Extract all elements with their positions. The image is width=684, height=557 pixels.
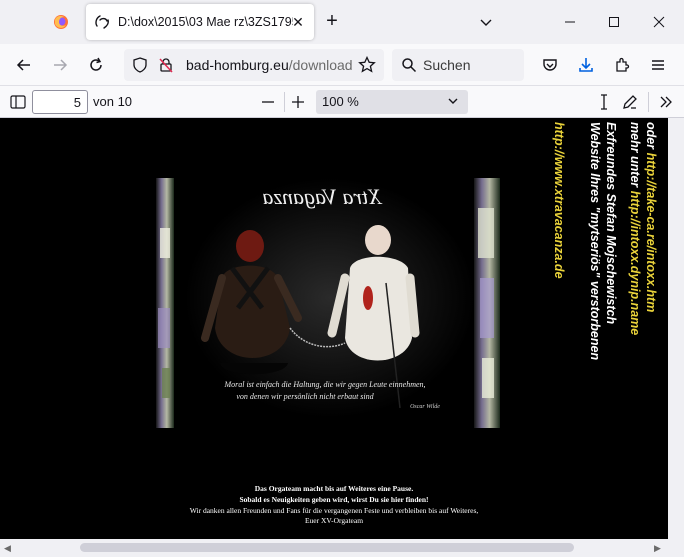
chevron-down-icon	[448, 98, 458, 104]
page-artwork: Xtra Vaganza Moral ist einfach die Haltu…	[156, 178, 500, 428]
navigation-toolbar: bad-homburg.eu/download Suchen	[0, 44, 684, 86]
right-grunge-stripe	[474, 178, 500, 428]
sidebar-icon	[10, 95, 26, 109]
hamburger-menu-icon	[652, 60, 664, 70]
url-path: /download	[288, 57, 353, 73]
side-text-oder: oder http://take-ca.re/intoxx.htm	[644, 122, 658, 312]
insecure-lock-icon[interactable]	[158, 57, 174, 73]
pen-icon	[623, 95, 637, 109]
firefox-icon	[54, 15, 68, 29]
logo-text: Xtra Vaganza	[262, 184, 382, 209]
vertical-scrollbar[interactable]	[668, 118, 684, 539]
zoom-value: 100 %	[322, 94, 359, 109]
page-number-input[interactable]: 5	[32, 90, 88, 114]
pdf-toolbar: 5 von 10 100 %	[0, 86, 684, 118]
close-window-button[interactable]	[645, 8, 673, 36]
back-button[interactable]	[10, 51, 38, 79]
search-bar[interactable]: Suchen	[392, 49, 524, 81]
new-tab-button[interactable]: +	[320, 10, 344, 34]
tab-active[interactable]: D:\dox\2015\03 Mae rz\3ZS1795 ✕	[86, 4, 314, 40]
more-tools-button[interactable]	[652, 88, 680, 116]
puzzle-icon	[616, 57, 630, 72]
caption-line-2: Sobald es Neuigkeiten geben wird, wirst …	[239, 495, 429, 504]
zoom-in-button[interactable]	[284, 88, 312, 116]
menu-button[interactable]	[644, 51, 672, 79]
side-text-exfreund: Exfreundes Stefan Mojschewistch	[604, 122, 618, 325]
text-cursor-icon	[601, 94, 607, 110]
maximize-icon	[609, 17, 619, 27]
side-link-intoxx[interactable]: http://intoxx.dynip.name	[628, 191, 642, 335]
search-input[interactable]: Suchen	[423, 57, 470, 73]
side-text-website: Website Ihres "mytseriös" verstorbenen	[588, 122, 602, 361]
close-tab-icon[interactable]: ✕	[288, 12, 308, 32]
scroll-right-icon[interactable]: ▶	[654, 543, 661, 554]
zoom-out-button[interactable]	[254, 88, 282, 116]
horizontal-scrollbar[interactable]: ◀ ▶	[0, 539, 684, 557]
side-link-xtravacanza[interactable]: http://www.xtravacanza.de	[552, 122, 566, 279]
tab-title: D:\dox\2015\03 Mae rz\3ZS1795	[118, 15, 293, 29]
chevron-down-icon	[480, 19, 492, 26]
arrow-right-icon	[54, 59, 68, 71]
forward-button[interactable]	[46, 51, 74, 79]
quote-line-1: Moral ist einfach die Haltung, die wir g…	[223, 380, 425, 389]
arrow-left-icon	[16, 59, 30, 71]
minimize-icon	[565, 21, 575, 23]
toolbar-divider	[648, 92, 649, 112]
horizontal-scroll-thumb[interactable]	[80, 543, 574, 552]
caption-line-4: Euer XV-Orgateam	[304, 516, 364, 525]
bookmark-star-icon[interactable]	[358, 56, 376, 74]
side-text-oder-label: oder	[644, 122, 658, 153]
side-text-mehr-label: mehr unter	[628, 122, 642, 191]
reload-button[interactable]	[82, 51, 110, 79]
quote-line-2: von denen wir persönlich nicht erbaut si…	[236, 392, 374, 401]
close-icon	[653, 16, 665, 28]
search-icon	[402, 58, 417, 73]
left-grunge-stripe	[156, 178, 174, 428]
text-tool-button[interactable]	[590, 88, 618, 116]
zoom-select[interactable]: 100 %	[316, 90, 468, 114]
tab-bar: D:\dox\2015\03 Mae rz\3ZS1795 ✕ +	[0, 0, 684, 44]
side-text-mehr: mehr unter http://intoxx.dynip.name	[628, 122, 642, 335]
downloads-button[interactable]	[572, 51, 600, 79]
pocket-button[interactable]	[536, 51, 564, 79]
extensions-button[interactable]	[608, 51, 636, 79]
page-count: von 10	[93, 94, 133, 109]
loading-icon	[95, 15, 109, 29]
maximize-button[interactable]	[600, 8, 628, 36]
url-text[interactable]: bad-homburg.eu/download	[186, 57, 354, 73]
scroll-left-icon[interactable]: ◀	[4, 543, 11, 554]
tracking-protection-icon[interactable]	[132, 57, 148, 73]
caption-line-3: Wir danken allen Freunden und Fans für d…	[189, 506, 479, 515]
pocket-icon	[543, 59, 557, 71]
plus-icon	[292, 96, 304, 108]
list-all-tabs-button[interactable]	[472, 8, 500, 36]
double-chevron-right-icon	[660, 96, 672, 108]
side-link-take-care[interactable]: http://take-ca.re/intoxx.htm	[644, 153, 658, 313]
url-bar[interactable]: bad-homburg.eu/download	[124, 49, 384, 81]
minimize-button[interactable]	[556, 8, 584, 36]
draw-tool-button[interactable]	[616, 88, 644, 116]
download-icon	[579, 58, 593, 72]
minus-icon	[262, 101, 274, 103]
reload-icon	[90, 57, 102, 71]
sidebar-toggle-button[interactable]	[4, 88, 32, 116]
url-host: bad-homburg.eu	[186, 57, 289, 73]
firefox-view-tab[interactable]	[42, 4, 80, 40]
caption-line-1: Das Orgateam macht bis auf Weiteres eine…	[254, 484, 414, 493]
pdf-page-view[interactable]: Xtra Vaganza Moral ist einfach die Haltu…	[0, 118, 668, 539]
quote-author: Oscar Wilde	[410, 404, 440, 410]
